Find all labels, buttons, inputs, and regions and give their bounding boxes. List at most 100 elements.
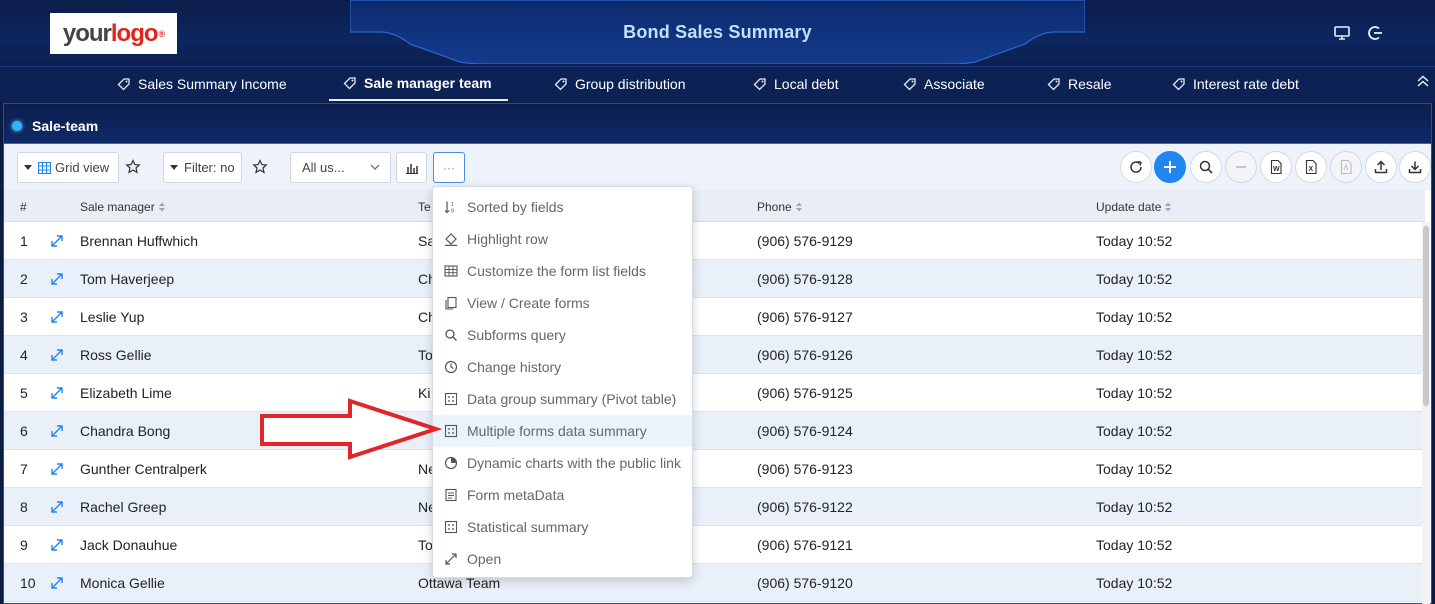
expand-icon[interactable] <box>50 272 64 286</box>
calculator-icon <box>444 424 458 438</box>
table-row[interactable]: 1 Brennan Huffwhich Sa (906) 576-9129 To… <box>4 222 1425 260</box>
star-icon[interactable] <box>252 159 268 175</box>
sort-icon <box>158 202 165 212</box>
expand-icon <box>445 553 457 565</box>
user-select[interactable]: All us... <box>290 152 391 183</box>
menu-item-change-history[interactable]: Change history <box>433 351 692 383</box>
tag-icon <box>753 78 766 91</box>
column-header-team[interactable]: Te <box>418 200 431 214</box>
app-header: your logo ® Bond Sales Summary <box>0 0 1435 66</box>
delete-button[interactable] <box>1225 151 1257 183</box>
star-icon[interactable] <box>125 159 141 175</box>
tag-icon <box>554 78 567 91</box>
column-header-phone[interactable]: Phone <box>757 200 803 214</box>
table-icon <box>444 265 458 277</box>
menu-item-statistical-summary[interactable]: Statistical summary <box>433 511 692 543</box>
pdf-export-icon <box>1340 159 1352 175</box>
sale-team-panel: Sale-team Grid view Filter: no All us... <box>3 103 1432 604</box>
vertical-scrollbar[interactable] <box>1422 222 1430 604</box>
tag-icon <box>1172 78 1185 91</box>
view-selector[interactable]: Grid view <box>17 152 119 183</box>
svg-text:W: W <box>1273 166 1280 173</box>
scrollbar-thumb[interactable] <box>1423 226 1429 406</box>
excel-export-icon: X <box>1305 159 1317 175</box>
logo[interactable]: your logo ® <box>50 13 177 54</box>
table-row[interactable]: 6 Chandra Bong (906) 576-9124 Today 10:5… <box>4 412 1425 450</box>
upload-button[interactable] <box>1365 151 1397 183</box>
tab-associate[interactable]: Associate <box>903 67 985 101</box>
download-icon <box>1408 161 1422 174</box>
word-export-icon: W <box>1270 159 1282 175</box>
export-excel-button[interactable]: X <box>1295 151 1327 183</box>
menu-item-data-group-summary[interactable]: Data group summary (Pivot table) <box>433 383 692 415</box>
refresh-button[interactable] <box>1120 151 1152 183</box>
history-icon <box>444 360 458 374</box>
export-word-button[interactable]: W <box>1260 151 1292 183</box>
sort-icon <box>795 202 802 212</box>
collapse-up-icon[interactable] <box>1415 73 1431 89</box>
menu-item-sorted-by-fields[interactable]: 19 Sorted by fields <box>433 191 692 223</box>
search-icon <box>1199 160 1213 174</box>
filter-selector[interactable]: Filter: no <box>163 152 242 183</box>
search-button[interactable] <box>1190 151 1222 183</box>
tab-interest-rate-debt[interactable]: Interest rate debt <box>1172 67 1299 101</box>
menu-item-highlight-row[interactable]: Highlight row <box>433 223 692 255</box>
column-header-sale-manager[interactable]: Sale manager <box>80 200 166 214</box>
menu-item-multiple-forms-summary[interactable]: Multiple forms data summary <box>433 415 692 447</box>
tag-icon <box>1047 78 1060 91</box>
export-pdf-button[interactable] <box>1330 151 1362 183</box>
red-arrow-annotation <box>260 398 442 460</box>
menu-item-form-metadata[interactable]: Form metaData <box>433 479 692 511</box>
logout-icon[interactable] <box>1366 24 1384 42</box>
table-row[interactable]: 9 Jack Donauhue To (906) 576-9121 Today … <box>4 526 1425 564</box>
panel-indicator-dot <box>12 121 22 131</box>
chart-button[interactable] <box>396 152 427 183</box>
table-row[interactable]: 8 Rachel Greep Ne (906) 576-9122 Today 1… <box>4 488 1425 526</box>
expand-icon[interactable] <box>50 348 64 362</box>
table-row[interactable]: 3 Leslie Yup Ch (906) 576-9127 Today 10:… <box>4 298 1425 336</box>
table-row[interactable]: 2 Tom Haverjeep Ch (906) 576-9128 Today … <box>4 260 1425 298</box>
expand-icon[interactable] <box>50 538 64 552</box>
refresh-icon <box>1130 160 1142 173</box>
expand-icon[interactable] <box>50 424 64 438</box>
tab-sale-manager-team[interactable]: Sale manager team <box>329 67 508 101</box>
table-row[interactable]: 7 Gunther Centralperk Ne (906) 576-9123 … <box>4 450 1425 488</box>
column-header-update-date[interactable]: Update date <box>1096 200 1172 214</box>
chevron-down-icon <box>370 164 380 170</box>
tab-local-debt[interactable]: Local debt <box>753 67 839 101</box>
menu-item-view-create-forms[interactable]: View / Create forms <box>433 287 692 319</box>
header-decoration <box>350 0 1085 64</box>
paint-bucket-icon <box>445 233 457 246</box>
panel-header: Sale-team <box>4 104 1431 144</box>
table-row[interactable]: 4 Ross Gellie To (906) 576-9126 Today 10… <box>4 336 1425 374</box>
expand-icon[interactable] <box>50 500 64 514</box>
download-button[interactable] <box>1399 151 1431 183</box>
expand-icon[interactable] <box>50 576 64 590</box>
pie-chart-icon <box>444 456 458 470</box>
menu-item-customize-fields[interactable]: Customize the form list fields <box>433 255 692 287</box>
table-row[interactable]: 10 Monica Gellie Ottawa Team (906) 576-9… <box>4 564 1425 602</box>
expand-icon[interactable] <box>50 234 64 248</box>
tab-sales-summary-income[interactable]: Sales Summary Income <box>117 67 287 101</box>
upload-icon <box>1374 160 1388 174</box>
expand-icon[interactable] <box>50 386 64 400</box>
table-row[interactable]: 5 Elizabeth Lime Ki (906) 576-9125 Today… <box>4 374 1425 412</box>
monitor-icon[interactable] <box>1333 24 1351 42</box>
minus-icon <box>1236 166 1246 168</box>
grid-icon <box>38 161 51 174</box>
expand-icon[interactable] <box>50 310 64 324</box>
calculator-icon <box>444 392 458 406</box>
copy-icon <box>445 296 457 310</box>
tab-group-distribution[interactable]: Group distribution <box>554 67 686 101</box>
expand-icon[interactable] <box>50 462 64 476</box>
tab-resale[interactable]: Resale <box>1047 67 1112 101</box>
add-button[interactable] <box>1154 151 1186 183</box>
sort-icon <box>1165 202 1172 212</box>
menu-item-subforms-query[interactable]: Subforms query <box>433 319 692 351</box>
main-nav: Sales Summary Income Sale manager team G… <box>0 66 1435 102</box>
tag-icon <box>343 77 356 90</box>
add-icon <box>1164 161 1176 173</box>
menu-item-dynamic-charts[interactable]: Dynamic charts with the public link <box>433 447 692 479</box>
menu-item-open[interactable]: Open <box>433 543 692 575</box>
more-button[interactable]: ··· <box>433 152 465 183</box>
